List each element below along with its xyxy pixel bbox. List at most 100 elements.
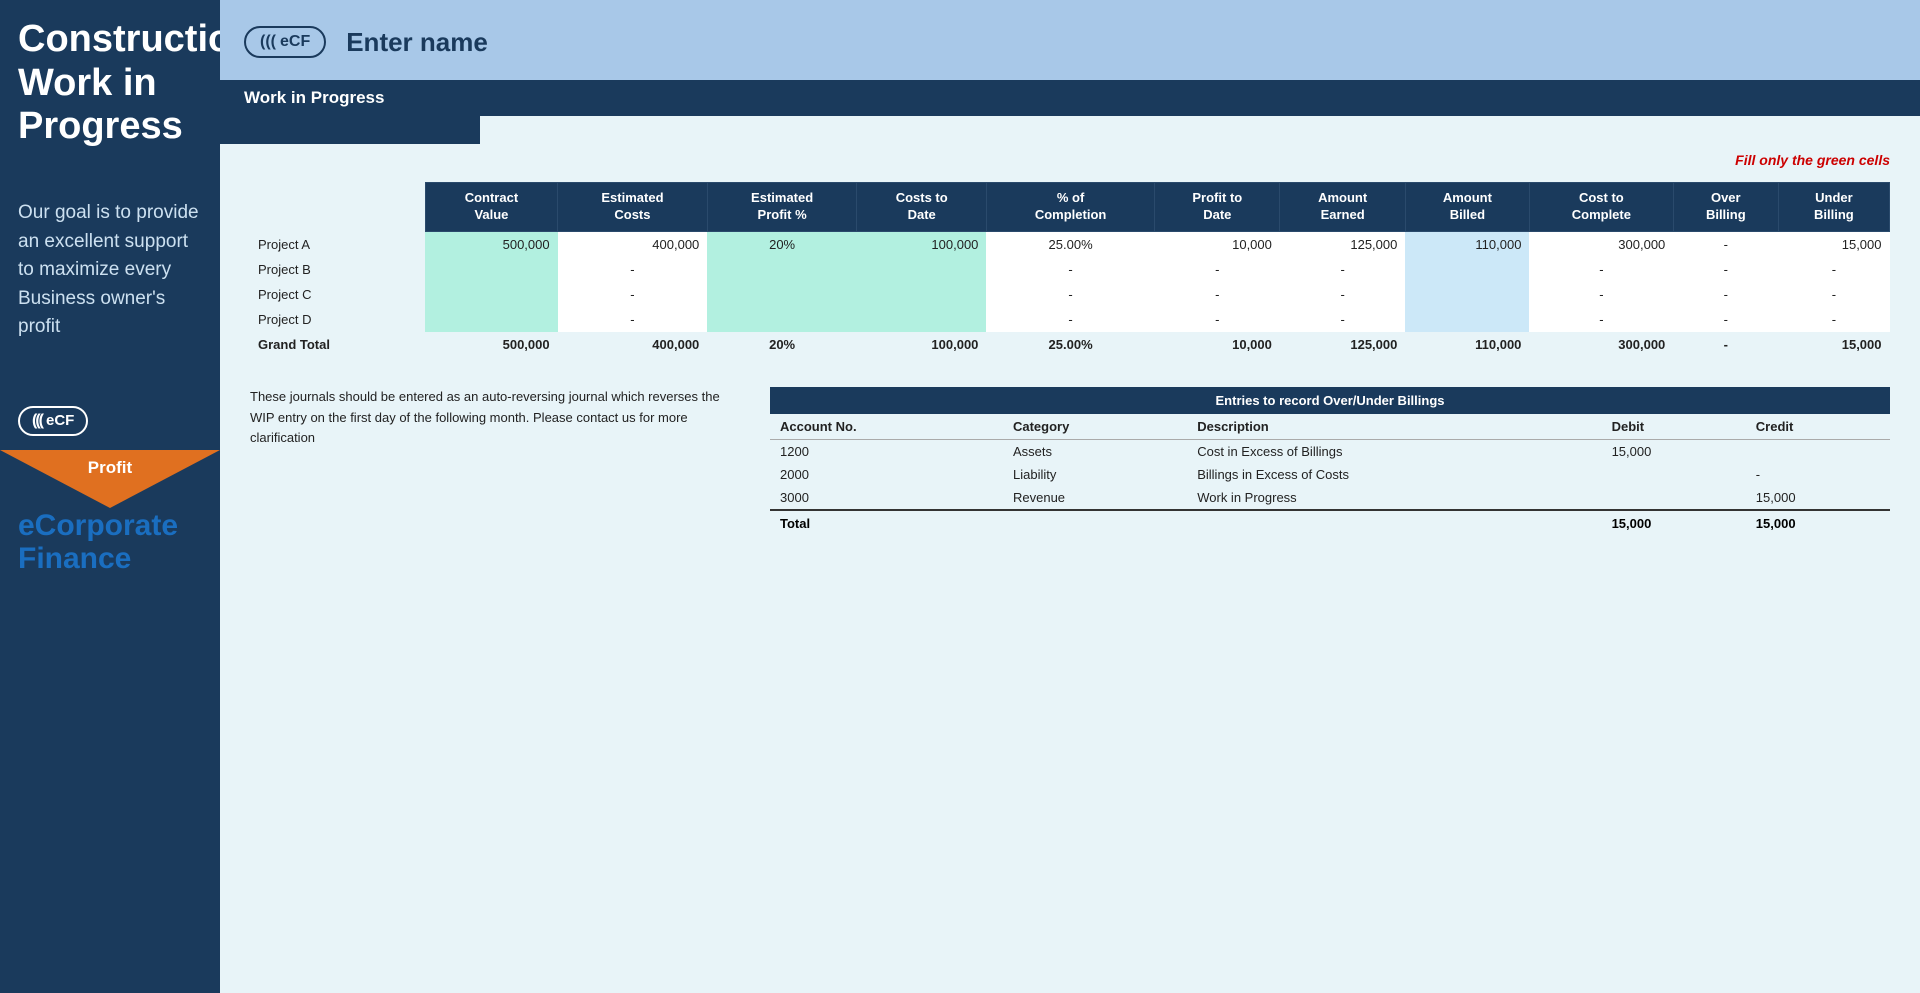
- sidebar-mission: Our goal is to provide an excellent supp…: [0, 159, 220, 362]
- table-header-row: ContractValue EstimatedCosts EstimatedPr…: [250, 183, 1890, 232]
- col-estimated-profit: EstimatedProfit %: [707, 183, 857, 232]
- project-d-name: Project D: [250, 307, 425, 332]
- entries-col-account: Account No.: [770, 414, 1003, 440]
- bottom-section: These journals should be entered as an a…: [220, 357, 1920, 536]
- entries-credit-1: [1746, 439, 1890, 463]
- project-b-billed[interactable]: [1405, 257, 1529, 282]
- grand-total-under: 15,000: [1778, 332, 1889, 357]
- project-c-name: Project C: [250, 282, 425, 307]
- entries-col-debit: Debit: [1602, 414, 1746, 440]
- project-a-est-profit[interactable]: 20%: [707, 231, 857, 257]
- entries-desc-1: Cost in Excess of Billings: [1187, 439, 1601, 463]
- grand-total-est-profit: 20%: [707, 332, 857, 357]
- col-pct-completion: % ofCompletion: [986, 183, 1154, 232]
- header-ecf-waves: (((: [260, 33, 276, 51]
- project-c-costs-date[interactable]: [857, 282, 986, 307]
- project-c-billed[interactable]: [1405, 282, 1529, 307]
- grand-total-est-costs: 400,000: [558, 332, 708, 357]
- entries-row: 2000 Liability Billings in Excess of Cos…: [770, 463, 1890, 486]
- project-d-contract[interactable]: [425, 307, 557, 332]
- top-header: ((( eCF Enter name: [220, 0, 1920, 80]
- entries-category-2: Liability: [1003, 463, 1187, 486]
- sidebar-title: Construction Work in Progress: [0, 0, 220, 159]
- grand-total-earned: 125,000: [1280, 332, 1405, 357]
- entries-col-category: Category: [1003, 414, 1187, 440]
- sidebar-logo-area: ((( eCF: [0, 392, 220, 436]
- entries-table: Account No. Category Description Debit C…: [770, 414, 1890, 536]
- project-b-est-costs: -: [558, 257, 708, 282]
- fill-instruction: Fill only the green cells: [220, 144, 1920, 172]
- project-b-name: Project B: [250, 257, 425, 282]
- entries-total-label: Total: [770, 510, 1602, 536]
- project-c-pct: -: [986, 282, 1154, 307]
- project-d-pct: -: [986, 307, 1154, 332]
- entries-table-container: Entries to record Over/Under Billings Ac…: [770, 387, 1890, 536]
- project-b-contract[interactable]: [425, 257, 557, 282]
- project-d-costs-date[interactable]: [857, 307, 986, 332]
- entries-row: 1200 Assets Cost in Excess of Billings 1…: [770, 439, 1890, 463]
- project-d-earned: -: [1280, 307, 1405, 332]
- sidebar-ecf-text: eCF: [46, 412, 74, 429]
- project-a-over: -: [1673, 231, 1778, 257]
- entries-account-3: 3000: [770, 486, 1003, 510]
- project-b-costs-date[interactable]: [857, 257, 986, 282]
- col-amount-earned: AmountEarned: [1280, 183, 1405, 232]
- project-d-est-profit[interactable]: [707, 307, 857, 332]
- project-d-cost-complete: -: [1529, 307, 1673, 332]
- project-a-name: Project A: [250, 231, 425, 257]
- entries-debit-2: [1602, 463, 1746, 486]
- project-b-over: -: [1673, 257, 1778, 282]
- entries-category-3: Revenue: [1003, 486, 1187, 510]
- project-d-est-costs: -: [558, 307, 708, 332]
- project-c-est-profit[interactable]: [707, 282, 857, 307]
- main-content: ((( eCF Enter name Work in Progress Fill…: [220, 0, 1920, 993]
- entries-debit-3: [1602, 486, 1746, 510]
- grand-total-billed: 110,000: [1405, 332, 1529, 357]
- entries-col-credit: Credit: [1746, 414, 1890, 440]
- entries-total-debit: 15,000: [1602, 510, 1746, 536]
- project-d-billed[interactable]: [1405, 307, 1529, 332]
- entries-category-1: Assets: [1003, 439, 1187, 463]
- project-c-over: -: [1673, 282, 1778, 307]
- header-ecf-badge: ((( eCF: [244, 26, 326, 58]
- project-a-costs-date[interactable]: 100,000: [857, 231, 986, 257]
- project-a-contract[interactable]: 500,000: [425, 231, 557, 257]
- entries-desc-2: Billings in Excess of Costs: [1187, 463, 1601, 486]
- entries-title: Entries to record Over/Under Billings: [770, 387, 1890, 414]
- project-c-cost-complete: -: [1529, 282, 1673, 307]
- project-b-cost-complete: -: [1529, 257, 1673, 282]
- project-c-earned: -: [1280, 282, 1405, 307]
- sub-header: Work in Progress: [220, 80, 1920, 116]
- ecorp-name: eCorporate Finance: [18, 509, 178, 575]
- col-profit-to-date: Profit toDate: [1155, 183, 1280, 232]
- grand-total-profit-date: 10,000: [1155, 332, 1280, 357]
- project-a-profit-date: 10,000: [1155, 231, 1280, 257]
- header-ecf-text: eCF: [280, 33, 310, 51]
- grand-total-label: Grand Total: [250, 332, 425, 357]
- table-row: Project A 500,000 400,000 20% 100,000 25…: [250, 231, 1890, 257]
- project-d-profit-date: -: [1155, 307, 1280, 332]
- grand-total-contract: 500,000: [425, 332, 557, 357]
- entries-debit-1: 15,000: [1602, 439, 1746, 463]
- project-b-est-profit[interactable]: [707, 257, 857, 282]
- col-over-billing: OverBilling: [1673, 183, 1778, 232]
- profit-label: Profit: [0, 458, 220, 478]
- project-a-cost-complete: 300,000: [1529, 231, 1673, 257]
- project-a-pct: 25.00%: [986, 231, 1154, 257]
- entries-account-2: 2000: [770, 463, 1003, 486]
- grand-total-pct: 25.00%: [986, 332, 1154, 357]
- entries-total-row: Total 15,000 15,000: [770, 510, 1890, 536]
- col-amount-billed: AmountBilled: [1405, 183, 1529, 232]
- grand-total-over: -: [1673, 332, 1778, 357]
- project-c-contract[interactable]: [425, 282, 557, 307]
- project-b-earned: -: [1280, 257, 1405, 282]
- entries-desc-3: Work in Progress: [1187, 486, 1601, 510]
- project-c-est-costs: -: [558, 282, 708, 307]
- project-b-pct: -: [986, 257, 1154, 282]
- entries-total-credit: 15,000: [1746, 510, 1890, 536]
- col-contract-value: ContractValue: [425, 183, 557, 232]
- grand-total-row: Grand Total 500,000 400,000 20% 100,000 …: [250, 332, 1890, 357]
- col-under-billing: UnderBilling: [1778, 183, 1889, 232]
- col-estimated-costs: EstimatedCosts: [558, 183, 708, 232]
- project-a-billed[interactable]: 110,000: [1405, 231, 1529, 257]
